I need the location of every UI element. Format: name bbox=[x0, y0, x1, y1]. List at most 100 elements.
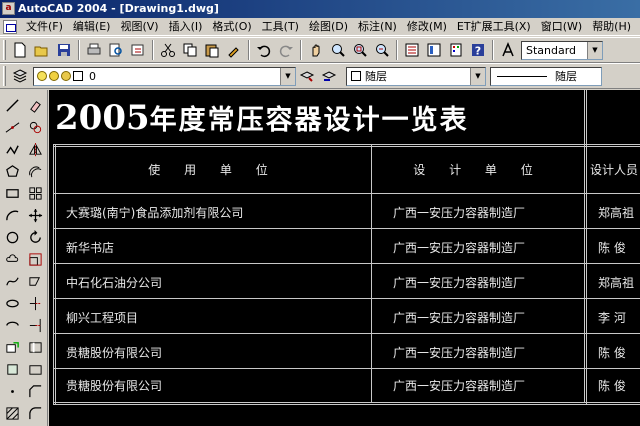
save-icon[interactable] bbox=[53, 39, 75, 61]
print-icon[interactable] bbox=[83, 39, 105, 61]
chevron-down-icon[interactable]: ▼ bbox=[470, 67, 485, 85]
ellipse-icon[interactable] bbox=[2, 292, 22, 314]
table-line bbox=[53, 368, 640, 369]
drawing-canvas[interactable]: 2005年度常压容器设计一览表 使 用 单 位 设 计 单 位 设计人员 大赛璐… bbox=[49, 90, 640, 426]
erase-icon[interactable] bbox=[25, 94, 45, 116]
trim-icon[interactable] bbox=[25, 292, 45, 314]
paste-icon[interactable] bbox=[201, 39, 223, 61]
stretch-icon[interactable] bbox=[25, 270, 45, 292]
new-icon[interactable] bbox=[9, 39, 31, 61]
cut-icon[interactable] bbox=[157, 39, 179, 61]
document-icon[interactable] bbox=[3, 19, 17, 34]
chamfer-icon[interactable] bbox=[25, 380, 45, 402]
table-cell-design: 广西一安压力容器制造厂 bbox=[393, 206, 526, 220]
menu-file[interactable]: 文件(F) bbox=[21, 19, 68, 35]
toolbar-separator bbox=[78, 40, 80, 60]
move-icon[interactable] bbox=[25, 204, 45, 226]
text-style-select[interactable]: Standard ▼ bbox=[521, 40, 603, 60]
text-style-icon[interactable] bbox=[497, 39, 519, 61]
copy-object-icon[interactable] bbox=[25, 116, 45, 138]
table-cell-design: 广西一安压力容器制造厂 bbox=[393, 241, 526, 255]
make-block-icon[interactable] bbox=[2, 358, 22, 380]
insert-block-icon[interactable] bbox=[2, 336, 22, 358]
menu-insert[interactable]: 插入(I) bbox=[164, 19, 208, 35]
autocad-app-icon[interactable]: a bbox=[2, 2, 15, 15]
mirror-icon[interactable] bbox=[25, 138, 45, 160]
make-current-layer-icon[interactable] bbox=[296, 65, 318, 87]
table-line bbox=[53, 228, 640, 229]
menu-draw[interactable]: 绘图(D) bbox=[304, 19, 353, 35]
design-center-icon[interactable] bbox=[423, 39, 445, 61]
array-icon[interactable] bbox=[25, 182, 45, 204]
copy-icon[interactable] bbox=[179, 39, 201, 61]
match-properties-icon[interactable] bbox=[223, 39, 245, 61]
layer-manager-icon[interactable] bbox=[9, 65, 31, 87]
table-line bbox=[53, 263, 640, 264]
zoom-realtime-icon[interactable] bbox=[327, 39, 349, 61]
fillet-icon[interactable] bbox=[25, 402, 45, 424]
layer-select[interactable]: 0 ▼ bbox=[33, 66, 296, 86]
chevron-down-icon[interactable]: ▼ bbox=[587, 41, 602, 59]
menu-dimension[interactable]: 标注(N) bbox=[353, 19, 402, 35]
menu-view[interactable]: 视图(V) bbox=[115, 19, 163, 35]
lightbulb-on-icon[interactable] bbox=[37, 71, 47, 81]
table-line bbox=[53, 402, 640, 403]
modify-toolbar bbox=[24, 94, 46, 424]
sun-thaw-icon[interactable] bbox=[49, 71, 59, 81]
pan-icon[interactable] bbox=[305, 39, 327, 61]
break-icon[interactable] bbox=[25, 336, 45, 358]
lock-open-icon[interactable] bbox=[61, 71, 71, 81]
point-icon[interactable] bbox=[2, 380, 22, 402]
polyline-icon[interactable] bbox=[2, 138, 22, 160]
line-icon[interactable] bbox=[2, 94, 22, 116]
rotate-icon[interactable] bbox=[25, 226, 45, 248]
table-cell-user: 中石化石油分公司 bbox=[66, 276, 163, 290]
layer-color-swatch[interactable] bbox=[73, 71, 83, 81]
toolbar-grip[interactable] bbox=[3, 66, 6, 86]
tool-palette-icon[interactable] bbox=[445, 39, 467, 61]
redo-icon[interactable] bbox=[275, 39, 297, 61]
menu-help[interactable]: 帮助(H) bbox=[587, 19, 640, 35]
color-swatch bbox=[351, 71, 361, 81]
join-icon[interactable] bbox=[25, 358, 45, 380]
table-line bbox=[584, 90, 585, 403]
polygon-icon[interactable] bbox=[2, 160, 22, 182]
properties-icon[interactable] bbox=[401, 39, 423, 61]
rectangle-icon[interactable] bbox=[2, 182, 22, 204]
offset-icon[interactable] bbox=[25, 160, 45, 182]
menu-edit[interactable]: 编辑(E) bbox=[68, 19, 116, 35]
menu-tools[interactable]: 工具(T) bbox=[257, 19, 304, 35]
scale-icon[interactable] bbox=[25, 248, 45, 270]
zoom-window-icon[interactable] bbox=[349, 39, 371, 61]
ellipse-arc-icon[interactable] bbox=[2, 314, 22, 336]
design-table[interactable]: 使 用 单 位 设 计 单 位 设计人员 大赛璐(南宁)食品添加剂有限公司 广西… bbox=[49, 90, 640, 426]
arc-icon[interactable] bbox=[2, 204, 22, 226]
preview-icon[interactable] bbox=[105, 39, 127, 61]
color-select[interactable]: 随层 ▼ bbox=[346, 66, 486, 86]
revision-cloud-icon[interactable] bbox=[2, 248, 22, 270]
extend-icon[interactable] bbox=[25, 314, 45, 336]
open-icon[interactable] bbox=[31, 39, 53, 61]
undo-icon[interactable] bbox=[253, 39, 275, 61]
toolbar-separator bbox=[248, 40, 250, 60]
linetype-preview bbox=[497, 75, 547, 77]
table-cell-user: 贵糖股份有限公司 bbox=[66, 346, 163, 360]
menu-format[interactable]: 格式(O) bbox=[207, 19, 256, 35]
toolbar-separator bbox=[300, 40, 302, 60]
toolbar-grip[interactable] bbox=[3, 40, 6, 60]
menu-express-tools[interactable]: ET扩展工具(X) bbox=[452, 19, 536, 35]
hatch-icon[interactable] bbox=[2, 402, 22, 424]
circle-icon[interactable] bbox=[2, 226, 22, 248]
menu-window[interactable]: 窗口(W) bbox=[536, 19, 587, 35]
window-title-bar[interactable]: a AutoCAD 2004 - [Drawing1.dwg] bbox=[0, 0, 640, 18]
table-cell-designer: 郑高祖 bbox=[598, 206, 635, 220]
layer-previous-icon[interactable] bbox=[318, 65, 340, 87]
construction-line-icon[interactable] bbox=[2, 116, 22, 138]
chevron-down-icon[interactable]: ▼ bbox=[280, 67, 295, 85]
publish-icon[interactable] bbox=[127, 39, 149, 61]
spline-icon[interactable] bbox=[2, 270, 22, 292]
linetype-select[interactable]: 随层 bbox=[490, 66, 602, 86]
menu-modify[interactable]: 修改(M) bbox=[402, 19, 452, 35]
zoom-previous-icon[interactable] bbox=[371, 39, 393, 61]
help-icon[interactable]: ? bbox=[467, 39, 489, 61]
